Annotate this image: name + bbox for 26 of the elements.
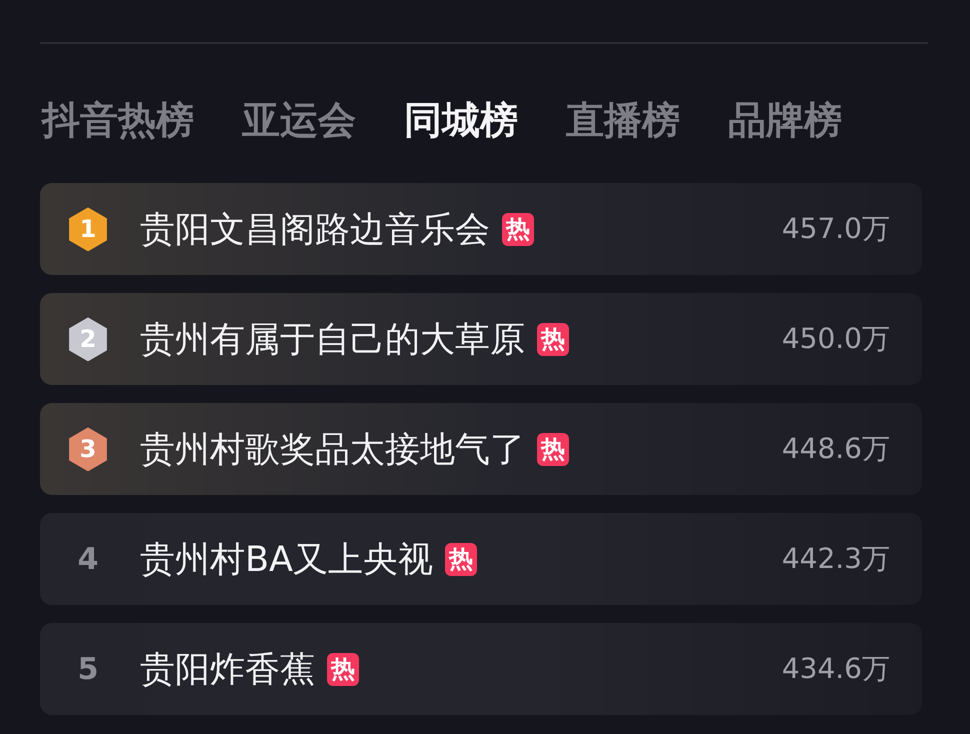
ranking-row[interactable]: 1 贵阳文昌阁路边音乐会 热 457.0万 xyxy=(40,183,922,276)
topic-title: 贵州村BA又上央视 xyxy=(140,538,433,582)
heat-value: 434.6万 xyxy=(782,651,890,688)
topic-title: 贵州有属于自己的大草原 xyxy=(140,318,525,362)
topic-title: 贵阳文昌阁路边音乐会 xyxy=(140,208,490,252)
rank-number: 4 xyxy=(76,542,100,577)
topic-title: 贵阳炸香蕉 xyxy=(140,648,315,692)
tab[interactable]: 亚运会 xyxy=(242,96,356,146)
tab[interactable]: 同城榜 xyxy=(404,96,518,146)
topic-title: 贵州村歌奖品太接地气了 xyxy=(140,428,525,472)
hot-badge: 热 xyxy=(444,542,477,576)
heat-value: 457.0万 xyxy=(782,211,890,248)
hot-badge: 热 xyxy=(537,322,569,356)
heat-value: 450.0万 xyxy=(782,321,890,358)
hot-badge: 热 xyxy=(537,432,569,466)
heat-value: 448.6万 xyxy=(782,431,890,468)
ranking-row[interactable]: 3 贵州村歌奖品太接地气了 热 448.6万 xyxy=(40,403,922,496)
ranking-row[interactable]: 5 贵阳炸香蕉 热 434.6万 xyxy=(40,623,922,716)
hot-badge: 热 xyxy=(327,652,359,686)
rank-number: 5 xyxy=(76,652,100,687)
tab[interactable]: 直播榜 xyxy=(566,96,680,146)
tab[interactable]: 品牌榜 xyxy=(728,96,842,146)
hot-badge: 热 xyxy=(502,212,534,246)
ranking-row[interactable]: 4 贵州村BA又上央视 热 442.3万 xyxy=(40,513,922,606)
heat-value: 442.3万 xyxy=(782,541,890,578)
tab[interactable]: 抖音热榜 xyxy=(42,96,194,146)
